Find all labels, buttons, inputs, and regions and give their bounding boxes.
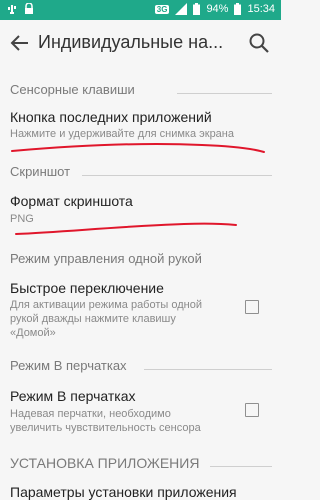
item-subtitle-line-1: Надевая перчатки, необходимо [10, 408, 171, 420]
back-button[interactable] [8, 31, 32, 55]
signal-icon [175, 3, 188, 15]
app-install-settings-item[interactable]: Параметры установки приложения [0, 482, 281, 500]
item-subtitle-line-2: рукой дважды нажмите клавишу [10, 313, 176, 325]
search-button[interactable] [247, 31, 271, 55]
item-title: Параметры установки приложения [10, 484, 237, 500]
section-title: УСТАНОВКА ПРИЛОЖЕНИЯ [10, 455, 200, 471]
item-title: Формат скриншота [10, 193, 133, 209]
item-subtitle: Нажмите и удерживайте для снимка экрана [10, 128, 234, 140]
section-title: Режим управления одной рукой [10, 251, 202, 266]
item-subtitle-line-2: увеличить чувствительность сенсора [10, 422, 201, 434]
screenshot-format-setting[interactable]: Формат скриншота PNG [0, 190, 281, 230]
item-title: Быстрое переключение [10, 280, 164, 296]
arrow-left-icon [10, 35, 28, 51]
glove-mode-setting[interactable]: Режим В перчатках Надевая перчатки, необ… [0, 386, 281, 436]
search-icon [249, 33, 269, 53]
item-title: Кнопка последних приложений [10, 109, 212, 125]
section-title: Сенсорные клавиши [10, 82, 135, 97]
section-header-glove-mode: Режим В перчатках [10, 358, 272, 376]
item-title: Режим В перчатках [10, 388, 136, 404]
battery-charge-icon [234, 3, 242, 15]
section-header-screenshot: Скриншот [10, 164, 272, 182]
quick-switch-setting[interactable]: Быстрое переключение Для активации режим… [0, 278, 281, 342]
page-title: Индивидуальные на... [38, 32, 224, 52]
item-subtitle-line-3: «Домой» [10, 327, 56, 339]
battery-percent: 94% [206, 3, 229, 15]
section-divider [144, 369, 272, 370]
usb-icon [8, 5, 16, 14]
section-divider [82, 175, 272, 176]
network-type-badge: 3G [154, 4, 170, 14]
section-title: Режим В перчатках [10, 358, 127, 373]
status-bar: 3G 94% 15:34 [0, 0, 281, 20]
battery-icon [193, 3, 201, 15]
clock: 15:34 [247, 3, 275, 15]
section-header-app-install: УСТАНОВКА ПРИЛОЖЕНИЯ [10, 455, 272, 473]
section-header-touch-keys: Сенсорные клавиши [10, 82, 272, 100]
app-bar: Индивидуальные на... [0, 20, 281, 66]
item-subtitle: PNG [10, 213, 34, 225]
section-divider [210, 466, 272, 467]
section-divider [177, 93, 272, 94]
quick-switch-checkbox[interactable] [245, 300, 259, 314]
lock-icon [25, 3, 33, 14]
item-subtitle-line-1: Для активации режима работы одной [10, 299, 202, 311]
recent-apps-key-setting[interactable]: Кнопка последних приложений Нажмите и уд… [0, 106, 281, 146]
section-header-one-hand-mode: Режим управления одной рукой [10, 251, 272, 269]
glove-mode-checkbox[interactable] [245, 403, 259, 417]
section-title: Скриншот [10, 164, 71, 179]
